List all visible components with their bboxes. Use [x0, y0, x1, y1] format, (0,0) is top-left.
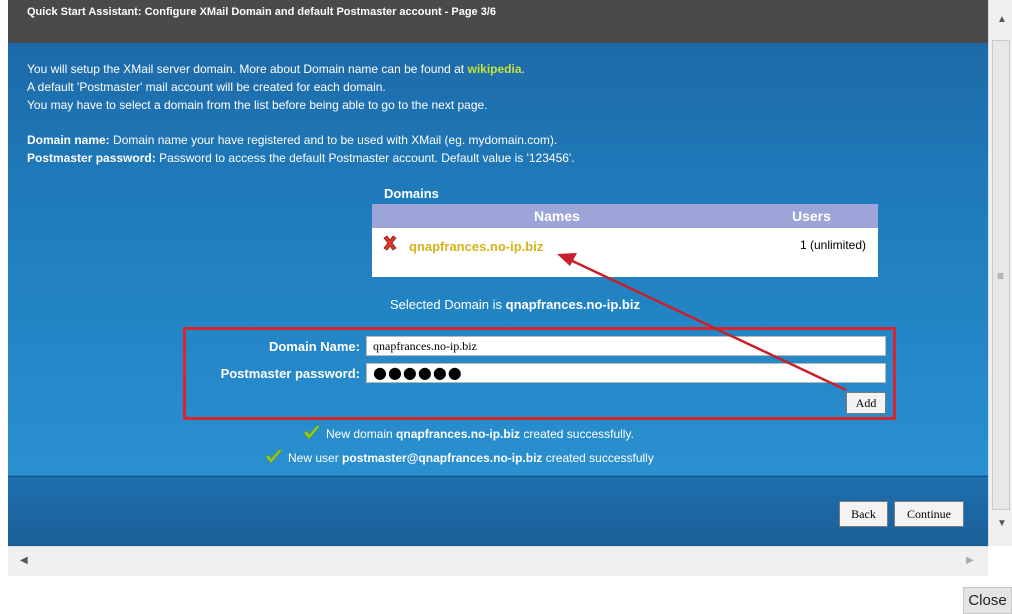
user-created-prefix: New user	[288, 451, 339, 465]
horizontal-scrollbar[interactable]: ◀ ▶	[8, 546, 988, 576]
domain-created-suffix: created successfully.	[523, 427, 634, 441]
vertical-scrollbar[interactable]: ▲ ≡ ▼	[988, 0, 1012, 546]
user-created-suffix: created successfully	[545, 451, 654, 465]
scroll-up-arrow-icon[interactable]: ▲	[997, 14, 1007, 25]
user-created-name: postmaster@qnapfrances.no-ip.biz	[342, 451, 543, 465]
domain-created-message: New domain qnapfrances.no-ip.biz created…	[302, 424, 634, 442]
scroll-left-arrow-icon[interactable]: ◀	[20, 555, 28, 566]
checkmark-icon	[303, 425, 321, 440]
continue-button[interactable]: Continue	[894, 501, 964, 527]
scroll-down-arrow-icon[interactable]: ▼	[997, 518, 1007, 529]
close-button[interactable]: Close	[963, 587, 1012, 614]
scroll-grip-icon: ≡	[997, 269, 1005, 283]
quick-start-dialog: Quick Start Assistant: Configure XMail D…	[8, 0, 988, 546]
domain-created-prefix: New domain	[326, 427, 393, 441]
user-created-message: New user postmaster@qnapfrances.no-ip.bi…	[264, 448, 654, 466]
back-button[interactable]: Back	[839, 501, 888, 527]
domain-created-name: qnapfrances.no-ip.biz	[396, 427, 521, 441]
scroll-right-arrow-icon[interactable]: ▶	[966, 555, 974, 566]
checkmark-icon	[265, 449, 283, 464]
vertical-scroll-thumb[interactable]: ≡	[992, 40, 1010, 510]
